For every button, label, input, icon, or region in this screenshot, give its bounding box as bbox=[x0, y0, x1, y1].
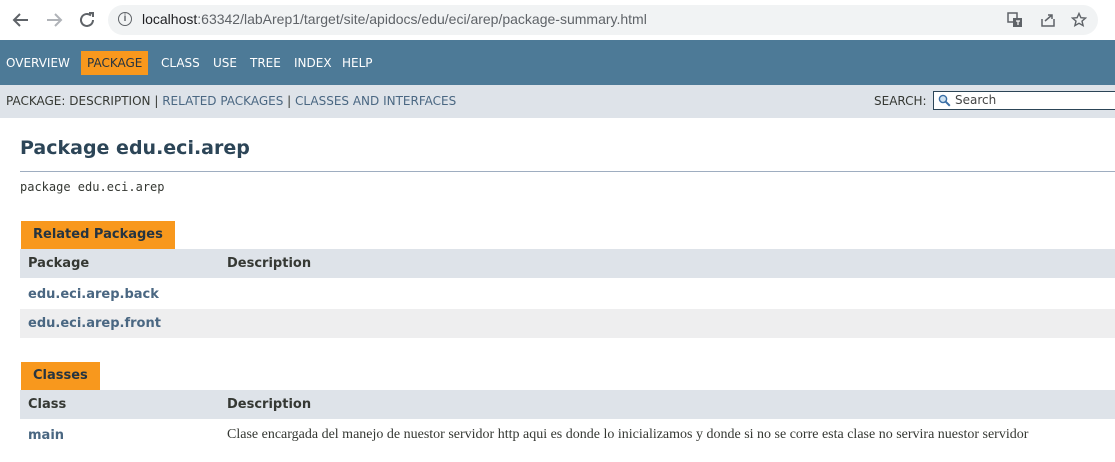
translate-icon[interactable] bbox=[1006, 11, 1024, 29]
table-row: main Clase encargada del manejo de nuest… bbox=[20, 421, 1115, 450]
arrow-left-icon bbox=[12, 13, 28, 27]
class-description: Clase encargada del manejo de nuestor se… bbox=[227, 427, 1029, 442]
column-header-class: Class bbox=[28, 397, 67, 412]
nav-class[interactable]: CLASS bbox=[155, 51, 206, 75]
classes-header: Class Description bbox=[20, 390, 1115, 419]
class-link[interactable]: main bbox=[28, 428, 64, 443]
nav-index[interactable]: INDEX bbox=[288, 51, 338, 75]
related-packages-caption: Related Packages bbox=[21, 221, 175, 249]
page-title: Package edu.eci.arep bbox=[20, 137, 250, 159]
search-label: SEARCH: bbox=[874, 94, 927, 108]
nav-overview[interactable]: OVERVIEW bbox=[0, 51, 76, 75]
column-header-description: Description bbox=[227, 397, 312, 412]
search-placeholder: Search bbox=[955, 93, 997, 107]
address-bar[interactable]: i localhost:63342/labArep1/target/site/a… bbox=[108, 5, 1098, 35]
column-header-package: Package bbox=[28, 256, 90, 271]
package-declaration: package edu.eci.arep bbox=[20, 180, 165, 194]
nav-package: PACKAGE bbox=[81, 51, 149, 75]
nav-tree[interactable]: TREE bbox=[244, 51, 287, 75]
url-text[interactable]: localhost:63342/labArep1/target/site/api… bbox=[142, 11, 647, 27]
nav-use[interactable]: USE bbox=[207, 51, 243, 75]
url-path: :63342/labArep1/target/site/apidocs/edu/… bbox=[197, 11, 647, 27]
title-divider bbox=[20, 171, 1115, 172]
table-row: edu.eci.arep.back bbox=[20, 280, 1115, 309]
reload-icon bbox=[80, 12, 94, 27]
browser-toolbar: i localhost:63342/labArep1/target/site/a… bbox=[0, 0, 1115, 40]
package-prefix: PACKAGE: bbox=[6, 94, 66, 108]
table-row: edu.eci.arep.front bbox=[20, 309, 1115, 338]
search-icon bbox=[938, 94, 951, 107]
separator: | bbox=[287, 94, 292, 108]
search-input[interactable]: Search bbox=[933, 91, 1115, 110]
classes-caption: Classes bbox=[21, 362, 100, 390]
package-link[interactable]: edu.eci.arep.front bbox=[28, 316, 161, 331]
related-packages-header: Package Description bbox=[20, 249, 1115, 278]
reload-button[interactable] bbox=[75, 8, 99, 32]
info-icon[interactable]: i bbox=[118, 12, 132, 26]
description-label: DESCRIPTION bbox=[69, 94, 151, 108]
back-button[interactable] bbox=[9, 8, 33, 32]
related-packages-link[interactable]: RELATED PACKAGES bbox=[162, 94, 283, 108]
nav-help[interactable]: HELP bbox=[336, 51, 379, 75]
package-links: PACKAGE: DESCRIPTION | RELATED PACKAGES … bbox=[6, 94, 456, 108]
separator: | bbox=[154, 94, 159, 108]
star-icon[interactable] bbox=[1070, 11, 1088, 29]
classes-interfaces-link[interactable]: CLASSES AND INTERFACES bbox=[295, 94, 456, 108]
share-icon[interactable] bbox=[1039, 11, 1057, 29]
arrow-right-icon bbox=[47, 13, 63, 27]
url-host: localhost bbox=[142, 11, 198, 27]
top-navigation: OVERVIEW PACKAGE CLASS USE TREE INDEX HE… bbox=[0, 40, 1115, 85]
column-header-description: Description bbox=[227, 256, 312, 271]
package-link[interactable]: edu.eci.arep.back bbox=[28, 287, 159, 302]
forward-button[interactable] bbox=[42, 8, 66, 32]
